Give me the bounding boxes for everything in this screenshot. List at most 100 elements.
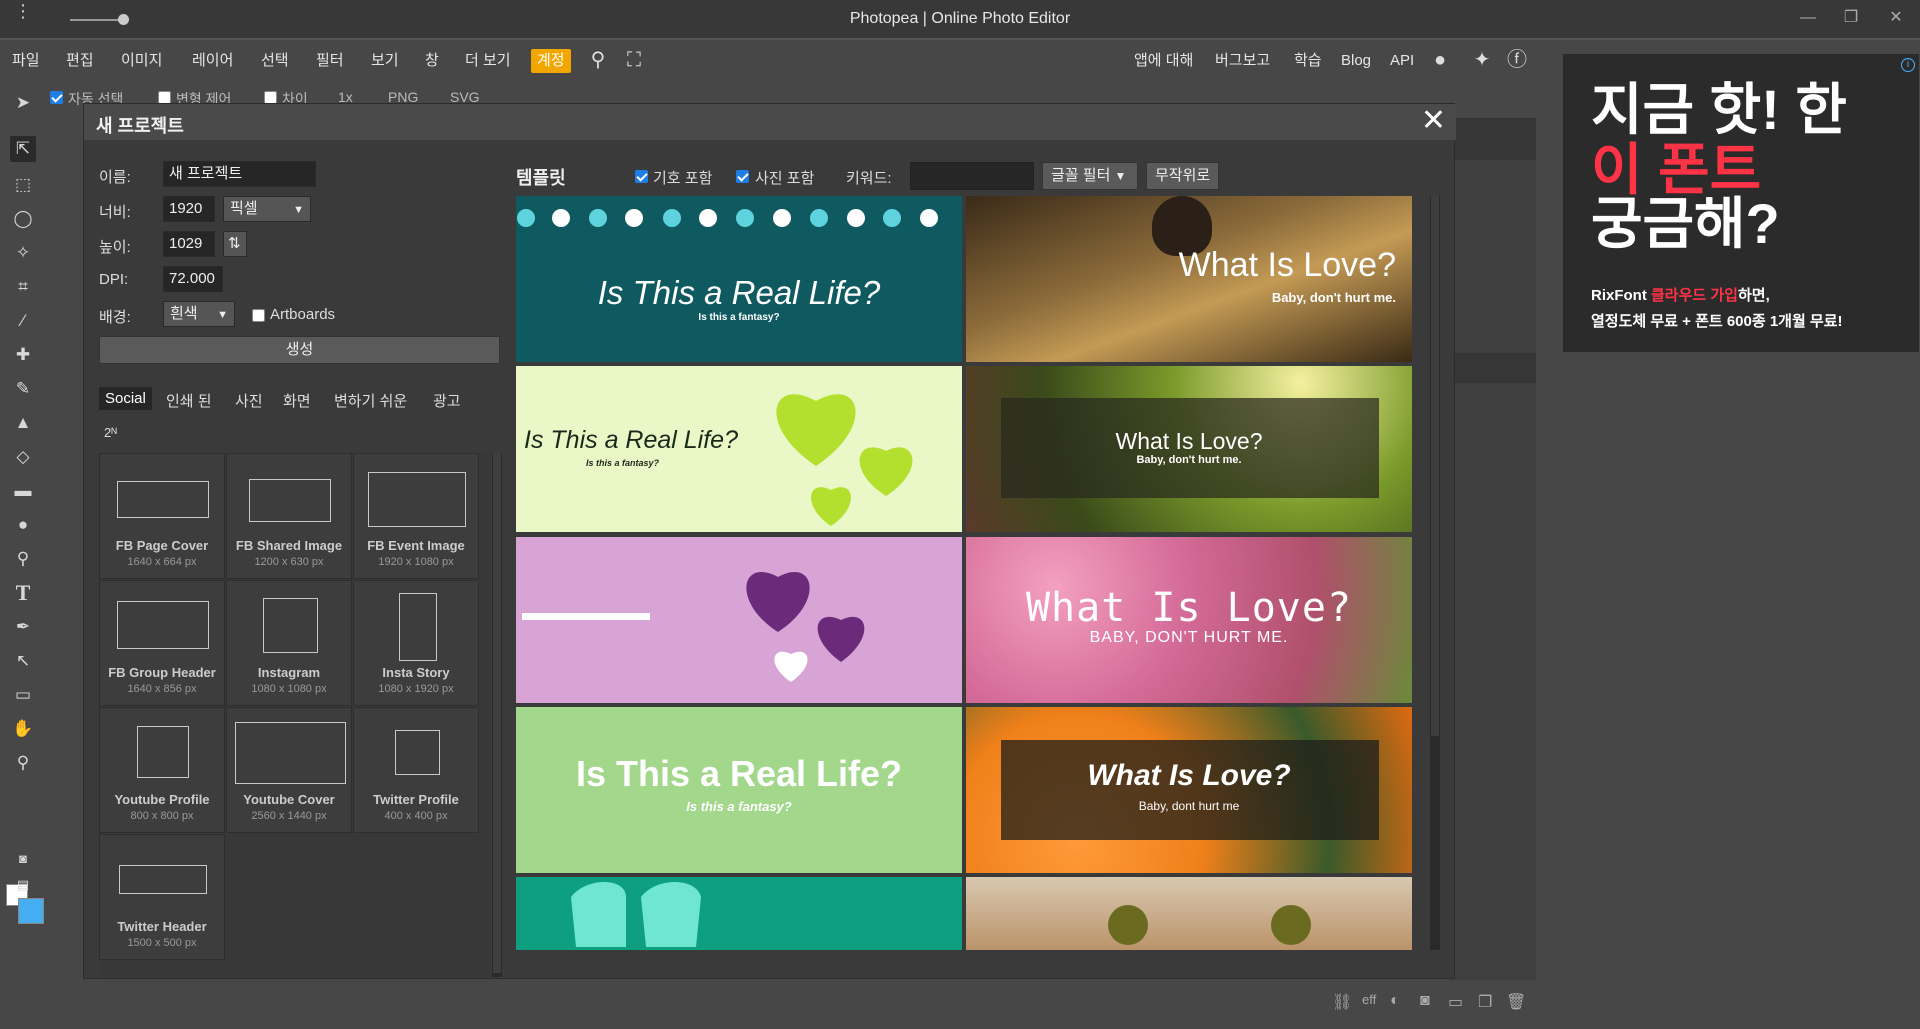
hand-tool-icon[interactable]: ✋ [10,716,36,742]
preset-youtube-profile[interactable]: Youtube Profile 800 x 800 px [99,707,225,833]
magic-wand-icon[interactable]: ✧ [10,240,36,266]
preset-twitter-header[interactable]: Twitter Header 1500 x 500 px [99,834,225,960]
template-tile[interactable]: Is This a Real Life? Is this a fantasy? [516,196,962,362]
link-layers-icon[interactable]: ⛓ [1332,992,1352,1012]
tab-print[interactable]: 인쇄 된 [160,387,218,414]
lasso-tool-icon[interactable]: ◯ [10,206,36,232]
preset-fb-event-image[interactable]: FB Event Image 1920 x 1080 px [353,453,479,579]
menu-view[interactable]: 보기 [367,49,403,73]
include-photos-checkbox[interactable] [736,170,749,183]
menu-blog[interactable]: Blog [1337,49,1375,73]
shape-tool-icon[interactable]: ▭ [10,682,36,708]
move-tool-icon[interactable]: ➤ [10,90,36,116]
tab-ads[interactable]: 광고 [427,387,467,414]
artboards-checkbox[interactable] [252,309,265,322]
screen-mode-icon[interactable]: ▤ [10,872,36,898]
name-field[interactable]: 새 프로젝트 [163,161,316,187]
blur-tool-icon[interactable]: ● [10,512,36,538]
menu-report-bug[interactable]: 버그보고 [1211,49,1274,73]
template-tile[interactable]: What Is Love? Baby, don't hurt me. [966,366,1412,532]
font-filter-button[interactable]: 글꼴 필터 ▼ [1042,162,1138,190]
eyedropper-icon[interactable]: ⁄ [10,308,36,334]
stamp-tool-icon[interactable]: ▲ [10,410,36,436]
ad-banner[interactable]: i 지금 핫! 한 이 폰트 궁금해? RixFont 클라우드 가입하면, 열… [1563,54,1919,352]
menu-more[interactable]: 더 보기 [461,49,515,73]
preset-youtube-cover[interactable]: Youtube Cover 2560 x 1440 px [226,707,352,833]
menu-layer[interactable]: 레이어 [188,49,237,73]
scroll-thumb[interactable] [493,453,501,973]
template-scrollbar[interactable] [1430,196,1440,950]
twitter-icon[interactable]: ✦ [1470,48,1494,72]
dpi-field[interactable]: 72.000 [163,266,223,292]
restore-icon[interactable]: ❐ [1833,6,1869,30]
crop-tool-icon[interactable]: ⌗ [10,274,36,300]
preset-fb-page-cover[interactable]: FB Page Cover 1640 x 664 px [99,453,225,579]
folder-icon[interactable]: ▭ [1448,992,1463,1012]
menu-file[interactable]: 파일 [8,49,44,73]
new-layer-icon[interactable]: ❐ [1478,992,1492,1012]
preset-insta-story[interactable]: Insta Story 1080 x 1920 px [353,580,479,706]
path-select-icon[interactable]: ↖ [10,648,36,674]
effects-icon[interactable]: eff [1362,992,1376,1007]
brush-tool-icon[interactable]: ✎ [10,376,36,402]
height-field[interactable]: 1029 [163,231,215,257]
select-tool-icon[interactable]: ⇱ [10,136,36,162]
tab-mobile[interactable]: 변하기 쉬운 [328,387,413,414]
template-tile[interactable]: What Is Love? Baby, don't hurt me. [966,196,1412,362]
marquee-tool-icon[interactable]: ⬚ [10,172,36,198]
preset-fb-group-header[interactable]: FB Group Header 1640 x 856 px [99,580,225,706]
preset-fb-shared-image[interactable]: FB Shared Image 1200 x 630 px [226,453,352,579]
mask-icon[interactable]: ◙ [1420,992,1430,1010]
keyword-input[interactable] [910,162,1034,190]
close-icon[interactable]: ✕ [1421,106,1446,136]
template-tile[interactable] [516,877,962,950]
delete-layer-icon[interactable]: 🗑 [1506,992,1526,1012]
menu-api[interactable]: API [1386,49,1418,73]
minimize-icon[interactable]: — [1790,6,1826,30]
gradient-tool-icon[interactable]: ▬ [10,478,36,504]
adjustment-icon[interactable]: ◐ [1390,992,1400,1010]
menu-edit[interactable]: 편집 [62,49,98,73]
scroll-thumb[interactable] [1431,196,1439,736]
random-button[interactable]: 무작위로 [1146,162,1220,190]
template-tile[interactable]: Is This a Real Life? Is this a fantasy? [516,707,962,873]
menu-window[interactable]: 창 [421,49,443,73]
background-select[interactable]: 흰색 ▼ [163,301,235,327]
tab-photo[interactable]: 사진 [229,387,269,414]
template-tile[interactable]: What Is Love? BABY, DON'T HURT ME. [966,537,1412,703]
menu-learn[interactable]: 학습 [1290,49,1326,73]
include-symbols-checkbox[interactable] [635,170,648,183]
eraser-icon[interactable]: ◇ [10,444,36,470]
swap-dimensions-button[interactable]: ⇅ [223,231,247,257]
template-tile[interactable]: What Is Love? Baby, dont hurt me [966,707,1412,873]
reddit-icon[interactable]: ● [1428,48,1452,72]
pen-tool-icon[interactable]: ✒ [10,614,36,640]
create-button[interactable]: 생성 [99,336,500,364]
menu-image[interactable]: 이미지 [117,49,166,73]
dodge-tool-icon[interactable]: ⚲ [10,546,36,572]
tab-social[interactable]: Social [99,387,152,410]
width-field[interactable]: 1920 [163,196,215,222]
preset-scrollbar[interactable] [492,453,502,977]
menu-select[interactable]: 선택 [257,49,293,73]
menu-filter[interactable]: 필터 [312,49,348,73]
healing-brush-icon[interactable]: ✚ [10,342,36,368]
tab-screen[interactable]: 화면 [277,387,317,414]
close-window-icon[interactable]: ✕ [1878,6,1914,30]
tab-power-of-two[interactable]: 2ᴺ [98,422,123,443]
background-color-swatch[interactable] [18,898,44,924]
menu-account[interactable]: 계정 [531,49,571,73]
ad-info-icon[interactable]: i [1901,58,1915,72]
auto-select-checkbox[interactable] [50,91,63,104]
preset-instagram[interactable]: Instagram 1080 x 1080 px [226,580,352,706]
facebook-icon[interactable]: ⓕ [1505,48,1529,72]
quick-mask-icon[interactable]: ◙ [10,846,36,872]
menu-about[interactable]: 앱에 대해 [1130,49,1197,73]
template-tile[interactable] [966,877,1412,950]
template-tile[interactable] [516,537,962,703]
preset-twitter-profile[interactable]: Twitter Profile 400 x 400 px [353,707,479,833]
zoom-tool-icon[interactable]: ⚲ [10,750,36,776]
unit-select[interactable]: 픽셀 ▼ [223,196,311,222]
template-tile[interactable]: Is This a Real Life? Is this a fantasy? [516,366,962,532]
search-icon[interactable]: ⚲ [586,48,610,72]
